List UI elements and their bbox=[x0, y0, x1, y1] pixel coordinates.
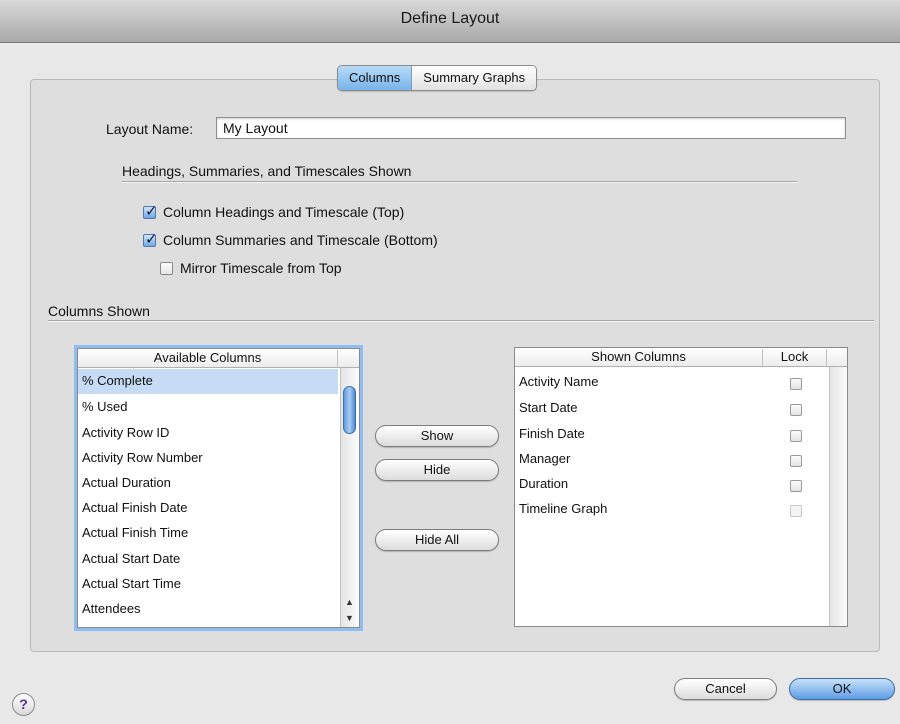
scrollbar[interactable]: ▲ ▼ bbox=[340, 368, 358, 627]
scroll-down-arrow-icon[interactable]: ▼ bbox=[341, 610, 358, 626]
scroll-thumb[interactable] bbox=[343, 386, 356, 434]
window-title: Define Layout bbox=[400, 10, 500, 27]
table-row[interactable]: Finish Date bbox=[515, 422, 761, 447]
checkmark-icon: ✓ bbox=[145, 203, 158, 220]
help-button[interactable]: ? bbox=[12, 693, 35, 716]
column-headings-checkbox[interactable]: ✓ bbox=[143, 203, 158, 220]
scroll-up-arrow-icon[interactable]: ▲ bbox=[341, 594, 358, 610]
layout-name-field[interactable]: My Layout bbox=[216, 117, 846, 139]
hide-button[interactable]: Hide bbox=[375, 459, 499, 481]
checkmark-icon: ✓ bbox=[145, 231, 158, 248]
table-row[interactable]: Timeline Graph bbox=[515, 497, 761, 522]
title-bar: Define Layout bbox=[0, 0, 900, 43]
lock-checkbox[interactable] bbox=[790, 505, 802, 517]
ok-button[interactable]: OK bbox=[789, 678, 895, 700]
table-row[interactable]: Duration bbox=[515, 472, 761, 497]
column-summaries-checkbox[interactable]: ✓ bbox=[143, 231, 158, 248]
list-item[interactable]: Attendees bbox=[78, 597, 338, 622]
list-item[interactable]: % Used bbox=[78, 395, 338, 420]
scrollbar[interactable] bbox=[829, 367, 847, 626]
columns-shown-title: Columns Shown bbox=[48, 303, 150, 319]
shown-columns-header[interactable]: Shown Columns bbox=[515, 349, 763, 366]
tab-columns[interactable]: Columns bbox=[338, 66, 413, 90]
lock-checkbox[interactable] bbox=[790, 480, 802, 492]
show-button[interactable]: Show bbox=[375, 425, 499, 447]
list-header: Available Columns bbox=[78, 349, 359, 368]
shown-columns-list[interactable]: Shown Columns Lock Activity Name Start D… bbox=[514, 347, 848, 627]
headings-section-title: Headings, Summaries, and Timescales Show… bbox=[122, 163, 412, 179]
cancel-button[interactable]: Cancel bbox=[674, 678, 777, 700]
list-item[interactable]: Actual Finish Date bbox=[78, 496, 338, 521]
lock-header[interactable]: Lock bbox=[763, 349, 827, 366]
list-header: Shown Columns Lock bbox=[515, 348, 847, 367]
section-divider bbox=[48, 320, 874, 322]
column-summaries-label: Column Summaries and Timescale (Bottom) bbox=[163, 232, 438, 248]
hide-all-button[interactable]: Hide All bbox=[375, 529, 499, 551]
tab-control: Columns Summary Graphs bbox=[337, 65, 538, 91]
mirror-timescale-checkbox[interactable] bbox=[160, 262, 173, 275]
list-item[interactable]: Actual Start Time bbox=[78, 572, 338, 597]
lock-checkbox[interactable] bbox=[790, 430, 802, 442]
layout-name-label: Layout Name: bbox=[106, 121, 194, 137]
list-item[interactable]: Actual Finish Time bbox=[78, 521, 338, 546]
list-item[interactable]: Activity Row ID bbox=[78, 421, 338, 446]
mirror-timescale-label: Mirror Timescale from Top bbox=[180, 260, 342, 276]
table-row[interactable]: Activity Name bbox=[515, 370, 761, 395]
list-item[interactable]: % Complete bbox=[78, 369, 338, 394]
section-divider bbox=[122, 181, 797, 183]
list-item[interactable]: Activity Row Number bbox=[78, 446, 338, 471]
table-row[interactable]: Start Date bbox=[515, 396, 761, 421]
table-row[interactable]: Manager bbox=[515, 447, 761, 472]
available-columns-list[interactable]: Available Columns % Complete % Used Acti… bbox=[77, 348, 360, 628]
lock-checkbox[interactable] bbox=[790, 404, 802, 416]
tab-summary-graphs[interactable]: Summary Graphs bbox=[412, 66, 537, 90]
lock-checkbox[interactable] bbox=[790, 378, 802, 390]
column-headings-label: Column Headings and Timescale (Top) bbox=[163, 204, 405, 220]
lock-checkbox[interactable] bbox=[790, 455, 802, 467]
list-item[interactable]: Actual Duration bbox=[78, 471, 338, 496]
available-columns-header[interactable]: Available Columns bbox=[78, 350, 338, 367]
list-item[interactable]: Actual Start Date bbox=[78, 547, 338, 572]
